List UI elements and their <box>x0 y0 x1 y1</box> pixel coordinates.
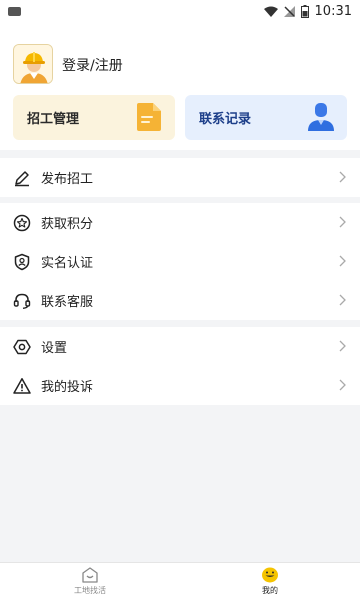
wifi-icon <box>263 6 278 17</box>
menu-item-label: 我的投诉 <box>41 380 94 395</box>
menu-item-label: 设置 <box>41 341 68 356</box>
home-icon <box>82 567 98 583</box>
account-section: 获取积分 实名认证 联系客服 <box>0 203 360 320</box>
menu-item-settings[interactable]: 设置 <box>0 327 360 366</box>
chevron-right-icon <box>339 255 346 267</box>
menu-item-label: 联系客服 <box>41 295 94 310</box>
chevron-right-icon <box>339 216 346 228</box>
avatar[interactable] <box>13 44 53 84</box>
menu-item-publish[interactable]: 发布招工 <box>0 158 360 197</box>
menu-item-complaint[interactable]: 我的投诉 <box>0 366 360 405</box>
tab-label: 我的 <box>262 586 278 595</box>
chevron-right-icon <box>339 171 346 183</box>
publish-section: 发布招工 <box>0 158 360 197</box>
star-badge-icon <box>13 214 31 232</box>
bottom-tab-bar: 工地找活 我的 <box>0 562 360 600</box>
settings-section: 设置 我的投诉 <box>0 327 360 405</box>
pen-icon <box>13 169 31 187</box>
login-register-link[interactable]: 登录/注册 <box>62 55 123 75</box>
chevron-right-icon <box>339 294 346 306</box>
tab-mine[interactable]: 我的 <box>180 563 360 600</box>
tab-label: 工地找活 <box>74 586 106 595</box>
menu-item-label: 发布招工 <box>41 172 94 187</box>
chevron-right-icon <box>339 379 346 391</box>
menu-item-points[interactable]: 获取积分 <box>0 203 360 242</box>
settings-hexagon-icon <box>13 338 31 356</box>
profile-header: 登录/注册 招工管理 联系记录 <box>0 22 360 150</box>
contact-records-label: 联系记录 <box>199 112 252 127</box>
recruit-management-card[interactable]: 招工管理 <box>13 95 175 140</box>
battery-icon <box>300 4 309 18</box>
document-icon <box>137 103 161 131</box>
recruit-management-label: 招工管理 <box>27 112 80 127</box>
no-signal-icon <box>283 5 295 17</box>
status-bar: 10:31 <box>0 0 360 22</box>
smiley-icon <box>262 567 278 583</box>
clock: 10:31 <box>314 3 352 19</box>
menu-item-label: 获取积分 <box>41 217 94 232</box>
contact-person-icon <box>308 103 334 131</box>
headset-icon <box>13 292 31 310</box>
tab-find-work[interactable]: 工地找活 <box>0 563 180 600</box>
chevron-right-icon <box>339 340 346 352</box>
menu-item-label: 实名认证 <box>41 256 94 271</box>
warning-icon <box>13 377 31 395</box>
contact-records-card[interactable]: 联系记录 <box>185 95 347 140</box>
shield-user-icon <box>13 253 31 271</box>
notification-icon <box>8 6 21 16</box>
menu-item-verify[interactable]: 实名认证 <box>0 242 360 281</box>
menu-item-service[interactable]: 联系客服 <box>0 281 360 320</box>
